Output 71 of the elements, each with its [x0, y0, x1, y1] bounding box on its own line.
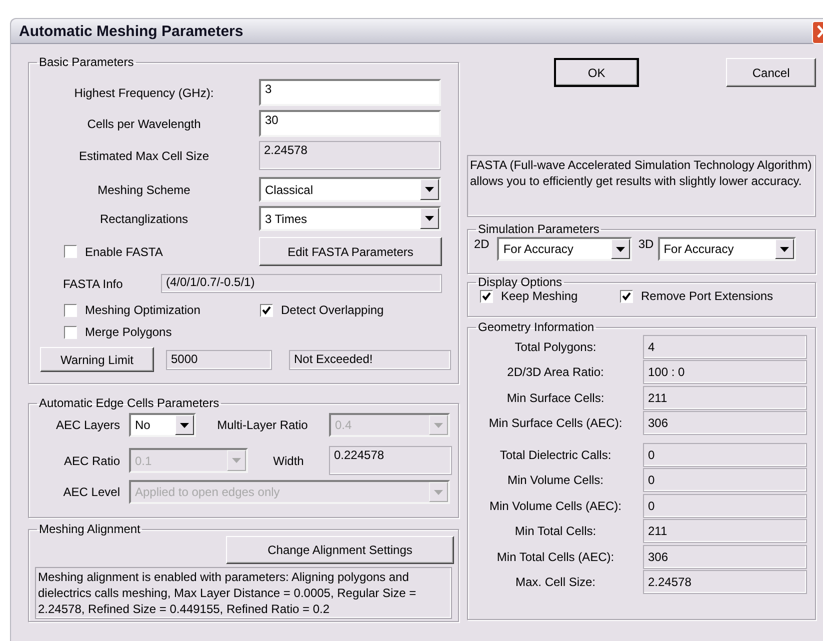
mode-label: 2D: [474, 237, 490, 251]
input-field[interactable]: 3: [259, 79, 441, 106]
info-value: 0: [643, 494, 807, 518]
fasta-description: FASTA (Full-wave Accelerated Simulation Technology Algorithm) allows you to efficiently get results with slightly lower accuracy.: [467, 155, 816, 217]
field-label: AEC Ratio: [62, 454, 121, 468]
readonly-field: 2.24578: [259, 141, 441, 170]
info-value: 306: [643, 411, 807, 436]
checkbox-label: Merge Polygons: [85, 325, 172, 339]
checkbox-label: Enable FASTA: [85, 244, 163, 258]
info-label: Max. Cell Size:: [514, 575, 597, 590]
field-label: Cells per Wavelength: [86, 116, 202, 130]
field-label: Multi-Layer Ratio: [216, 418, 309, 432]
group-title: Automatic Edge Cells Parameters: [38, 396, 220, 410]
info-value: 4: [643, 334, 807, 359]
info-label: Min Surface Cells:: [506, 390, 606, 405]
checkbox[interactable]: [260, 304, 273, 316]
status-field: Not Exceeded!: [289, 350, 451, 370]
dropdown[interactable]: Classical: [259, 177, 441, 202]
group-title: Display Options: [477, 275, 564, 289]
checkbox[interactable]: [480, 290, 493, 302]
checkbox-label: Keep Meshing: [501, 289, 578, 303]
info-label: Min Surface Cells (AEC):: [488, 416, 624, 430]
checkbox-label: Meshing Optimization: [85, 303, 200, 317]
info-label: Min Volume Cells (AEC):: [488, 498, 623, 513]
field-label: Width: [272, 454, 305, 468]
field-label: Rectanglizations: [98, 212, 190, 226]
group-title: Meshing Alignment: [38, 522, 142, 536]
dialog-button[interactable]: Cancel: [726, 58, 816, 87]
field-label: Estimated Max Cell Size: [78, 148, 210, 162]
info-label: Min Total Cells:: [514, 524, 598, 538]
info-label: Total Dielectric Calls:: [498, 448, 612, 462]
readonly-field: 5000: [166, 350, 272, 370]
alignment-description: Meshing alignment is enabled with parameters: Aligning polygons and dielectrics calls meshing, Max Layer Distance = 0.0005, Regular Size = 2.24578, Refined Size = 0.449155, Refined Ratio = 0.2: [35, 567, 452, 619]
checkbox[interactable]: [64, 326, 77, 338]
checkbox-label: Detect Overlapping: [281, 303, 384, 317]
info-label: Total Polygons:: [514, 340, 598, 354]
edit-fasta-button[interactable]: Edit FASTA Parameters: [259, 237, 442, 266]
readonly-field: 0.224578: [329, 446, 452, 475]
field-label: AEC Level: [62, 485, 121, 499]
field-label: FASTA Info: [62, 276, 124, 290]
field-label: Meshing Scheme: [96, 182, 192, 196]
info-value: 211: [643, 386, 807, 410]
checkbox[interactable]: [64, 245, 77, 258]
info-value: 0: [643, 468, 807, 492]
group-title: Geometry Information: [477, 320, 596, 334]
dropdown[interactable]: For Accuracy: [658, 237, 796, 261]
input-field[interactable]: 30: [259, 110, 441, 137]
info-value: 100 : 0: [643, 360, 807, 384]
group-title: Basic Parameters: [38, 55, 135, 69]
dropdown[interactable]: For Accuracy: [497, 237, 632, 261]
checkbox[interactable]: [64, 304, 77, 316]
readonly-field: (4/0/1/0.7/-0.5/1): [161, 274, 442, 293]
checkbox-label: Remove Port Extensions: [641, 289, 774, 303]
info-label: Min Volume Cells:: [506, 473, 605, 488]
info-label: 2D/3D Area Ratio:: [506, 365, 605, 380]
info-value: 306: [643, 544, 807, 569]
info-value: 0: [643, 442, 807, 467]
mode-label: 3D: [638, 237, 654, 251]
group-title: Simulation Parameters: [477, 222, 600, 236]
info-value: 2.24578: [643, 570, 807, 594]
field-label: AEC Layers: [54, 418, 121, 432]
dialog-button[interactable]: OK: [554, 58, 640, 87]
change-alignment-button[interactable]: Change Alignment Settings: [226, 536, 454, 564]
checkbox[interactable]: [620, 290, 633, 302]
dropdown[interactable]: No: [129, 413, 196, 437]
dropdown[interactable]: 3 Times: [259, 206, 441, 231]
info-value: 211: [643, 519, 807, 544]
field-label: Highest Frequency (GHz):: [73, 86, 215, 100]
window-title: Automatic Meshing Parameters: [19, 22, 244, 40]
info-label: Min Total Cells (AEC):: [496, 550, 616, 564]
warning-limit-button[interactable]: Warning Limit: [40, 347, 154, 372]
